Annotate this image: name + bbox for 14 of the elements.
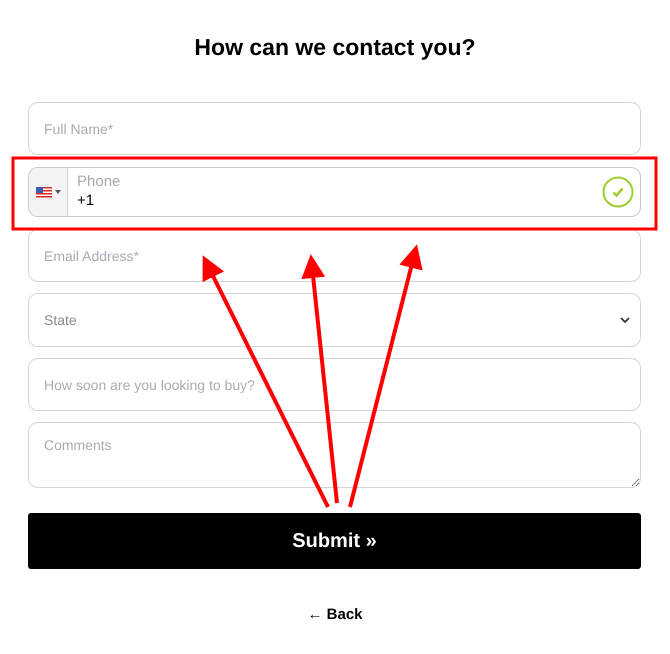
input-field[interactable]: How soon are you looking to buy? <box>28 358 641 411</box>
input-field[interactable]: Full Name* <box>28 102 641 155</box>
submit-button[interactable]: Submit » <box>28 513 641 569</box>
flag-icon <box>36 186 52 198</box>
comments-field[interactable]: Comments <box>28 422 641 488</box>
field-label: Phone <box>77 173 122 191</box>
chevron-down-icon <box>620 316 630 324</box>
form-title: How can we contact you? <box>194 33 476 62</box>
caret-icon <box>54 190 60 194</box>
field-value: +1 <box>77 191 96 211</box>
back-link[interactable]: ← Back <box>307 604 363 626</box>
country-selector[interactable] <box>29 168 68 216</box>
input-field[interactable]: Email Address* <box>28 229 641 282</box>
phone-field[interactable]: Phone +1 <box>28 167 641 217</box>
